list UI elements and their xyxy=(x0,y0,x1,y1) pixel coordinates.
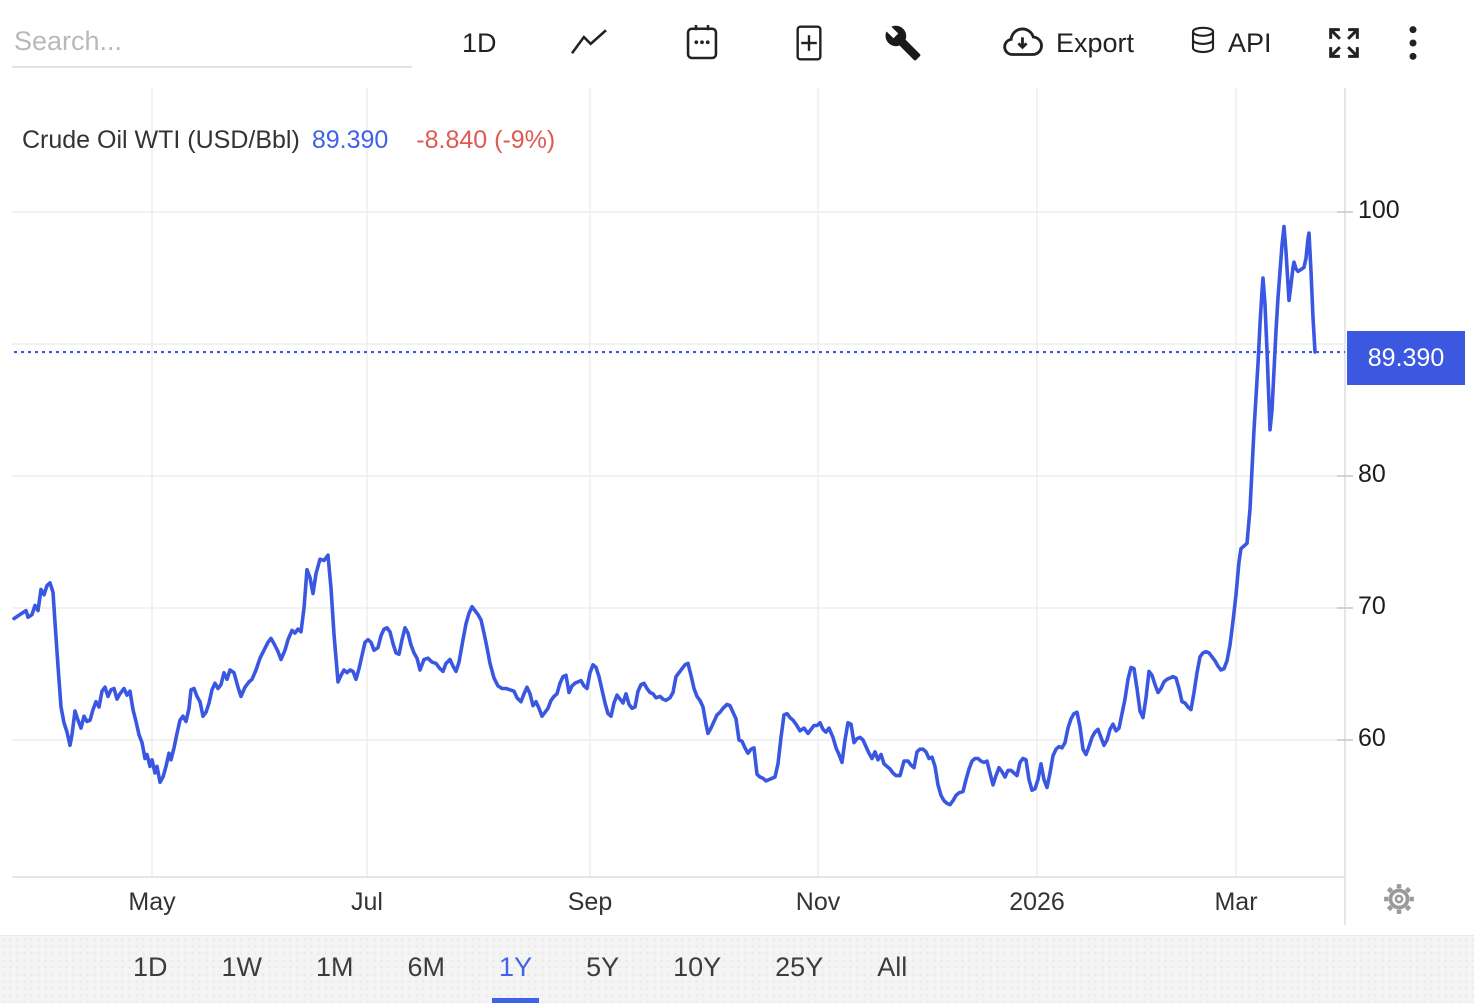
x-axis-label: Mar xyxy=(1214,888,1257,917)
x-axis-label: Sep xyxy=(568,888,612,917)
x-axis-label: Jul xyxy=(351,888,383,917)
y-axis-label: 80 xyxy=(1358,460,1386,489)
range-tab-all[interactable]: All xyxy=(870,936,914,1003)
range-tab-1w[interactable]: 1W xyxy=(215,936,270,1003)
instrument-change: -8.840 (-9%) xyxy=(416,126,555,154)
range-tab-1d[interactable]: 1D xyxy=(126,936,175,1003)
export-label: Export xyxy=(1056,28,1134,59)
calendar-button[interactable] xyxy=(684,0,720,86)
range-tab-6m[interactable]: 6M xyxy=(401,936,453,1003)
y-axis-label: 60 xyxy=(1358,724,1386,753)
wrench-icon xyxy=(884,24,922,62)
interval-button[interactable]: 1D xyxy=(462,0,497,86)
y-axis-label: 100 xyxy=(1358,196,1400,225)
kebab-menu-icon xyxy=(1406,23,1420,63)
search-input[interactable] xyxy=(12,16,412,68)
export-button[interactable]: Export xyxy=(1000,0,1134,86)
y-axis-label: 70 xyxy=(1358,592,1386,621)
range-tab-1y[interactable]: 1Y xyxy=(492,936,539,1003)
range-tab-1m[interactable]: 1M xyxy=(309,936,361,1003)
tools-button[interactable] xyxy=(884,0,922,86)
range-tab-5y[interactable]: 5Y xyxy=(579,936,626,1003)
current-price-tag: 89.390 xyxy=(1347,331,1465,385)
instrument-name: Crude Oil WTI (USD/Bbl) xyxy=(22,126,300,154)
database-icon xyxy=(1188,24,1218,62)
range-tab-10y[interactable]: 10Y xyxy=(666,936,728,1003)
cloud-download-icon xyxy=(1000,25,1046,61)
kebab-menu-button[interactable] xyxy=(1406,0,1420,86)
line-chart-icon xyxy=(568,26,610,60)
add-indicator-button[interactable] xyxy=(792,0,826,86)
settings-button[interactable] xyxy=(1382,882,1416,916)
x-axis-label: 2026 xyxy=(1009,888,1065,917)
price-series-line xyxy=(14,227,1315,805)
plus-box-icon xyxy=(792,22,826,64)
api-button[interactable]: API xyxy=(1188,0,1272,86)
interval-label: 1D xyxy=(462,28,497,59)
x-axis-label: Nov xyxy=(796,888,840,917)
expand-icon xyxy=(1324,23,1364,63)
toolbar: 1D xyxy=(0,0,1474,86)
range-tabs: 1D 1W 1M 6M 1Y 5Y 10Y 25Y All xyxy=(126,936,914,1003)
api-label: API xyxy=(1228,28,1272,59)
gear-icon xyxy=(1382,904,1416,919)
chart-title: Crude Oil WTI (USD/Bbl) 89.390 -8.840 (-9%… xyxy=(22,126,555,155)
x-axis-label: May xyxy=(128,888,175,917)
fullscreen-button[interactable] xyxy=(1324,0,1364,86)
range-tab-25y[interactable]: 25Y xyxy=(768,936,830,1003)
range-tab-bar: 1D 1W 1M 6M 1Y 5Y 10Y 25Y All xyxy=(0,935,1474,1003)
chart-type-button[interactable] xyxy=(568,0,610,86)
instrument-price: 89.390 xyxy=(312,126,388,154)
calendar-icon xyxy=(684,23,720,63)
